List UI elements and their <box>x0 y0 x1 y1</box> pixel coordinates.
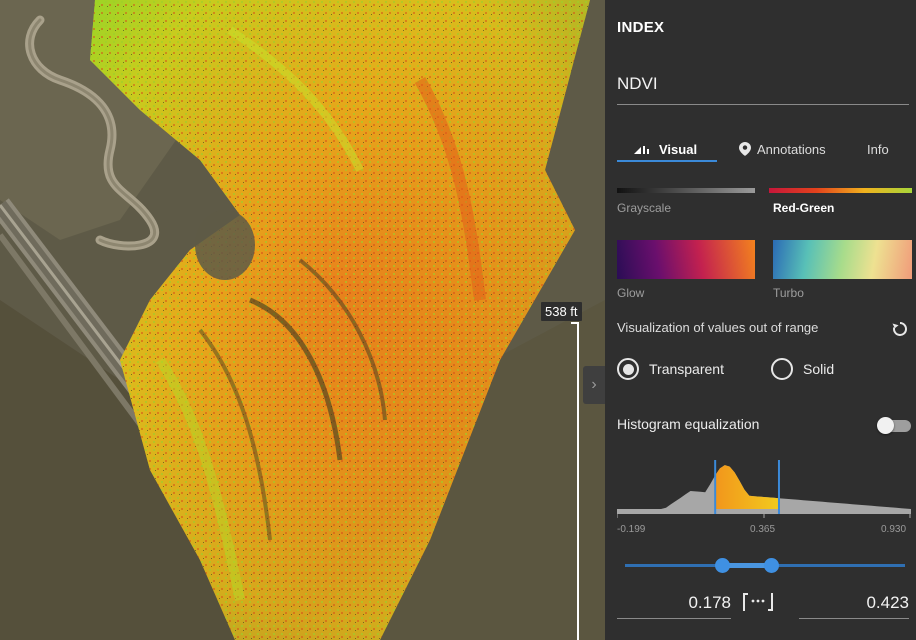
histogram-min-label: -0.199 <box>617 524 646 535</box>
range-low-input[interactable]: 0.178 <box>617 588 731 619</box>
turbo-swatch <box>773 240 912 279</box>
glow-swatch <box>617 240 755 279</box>
range-high-input[interactable]: 0.423 <box>799 588 909 619</box>
collapse-panel-button[interactable]: › <box>583 366 605 404</box>
range-bracket-icon[interactable] <box>741 590 777 614</box>
histogram-equalization-toggle[interactable] <box>877 417 911 434</box>
tab-visual-label: Visual <box>659 141 698 157</box>
tab-annotations-label: Annotations <box>757 141 826 157</box>
map-pin-icon <box>739 142 751 156</box>
chevron-right-icon: › <box>591 376 597 393</box>
palette-red-green-label: Red-Green <box>773 201 835 215</box>
histogram-max-label: 0.930 <box>881 524 907 535</box>
palette-turbo-label: Turbo <box>773 286 804 300</box>
grayscale-swatch <box>617 188 755 193</box>
index-select[interactable]: NDVI <box>617 74 909 105</box>
palette-turbo[interactable]: Turbo <box>773 240 912 302</box>
range-slider[interactable] <box>625 558 905 574</box>
tab-info-label: Info <box>867 141 889 157</box>
index-panel: INDEX NDVI Visual Annotations Info Grays… <box>605 0 916 640</box>
bar-chart-icon <box>634 146 649 154</box>
palette-glow-label: Glow <box>617 286 645 300</box>
red-green-swatch <box>769 188 912 193</box>
scale-label: 538 ft <box>541 302 582 321</box>
tab-bar: Visual Annotations Info <box>617 136 913 162</box>
radio-solid-control[interactable] <box>771 358 793 380</box>
histogram-equalization-label: Histogram equalization <box>617 416 760 432</box>
histogram-selected-range <box>715 465 779 509</box>
palette-red-green[interactable]: Red-Green <box>769 188 912 218</box>
scale-bar <box>577 322 579 640</box>
histogram-mid-label: 0.365 <box>750 524 776 535</box>
palette-grayscale-label: Grayscale <box>617 201 672 215</box>
tab-visual[interactable]: Visual <box>633 136 697 162</box>
out-of-range-label: Visualization of values out of range <box>617 320 819 335</box>
radio-solid[interactable]: Solid <box>771 356 834 382</box>
radio-transparent-label: Transparent <box>649 361 724 377</box>
map-viewport[interactable]: 538 ft › <box>0 0 605 640</box>
radio-solid-label: Solid <box>803 361 835 377</box>
palette-grayscale[interactable]: Grayscale <box>617 188 755 218</box>
histogram-axis <box>617 509 911 514</box>
palette-glow[interactable]: Glow <box>617 240 755 302</box>
range-slider-high-thumb[interactable] <box>764 558 780 573</box>
range-slider-low-thumb[interactable] <box>715 558 731 573</box>
histogram-chart <box>617 460 911 518</box>
reset-icon[interactable] <box>891 320 909 338</box>
panel-title: INDEX <box>617 19 665 36</box>
satellite-map[interactable] <box>0 0 605 640</box>
radio-transparent-control[interactable] <box>617 358 639 380</box>
tab-info[interactable]: Info <box>867 136 889 162</box>
tab-annotations[interactable]: Annotations <box>739 136 826 162</box>
active-tab-underline <box>617 160 717 162</box>
radio-transparent[interactable]: Transparent <box>617 356 724 382</box>
